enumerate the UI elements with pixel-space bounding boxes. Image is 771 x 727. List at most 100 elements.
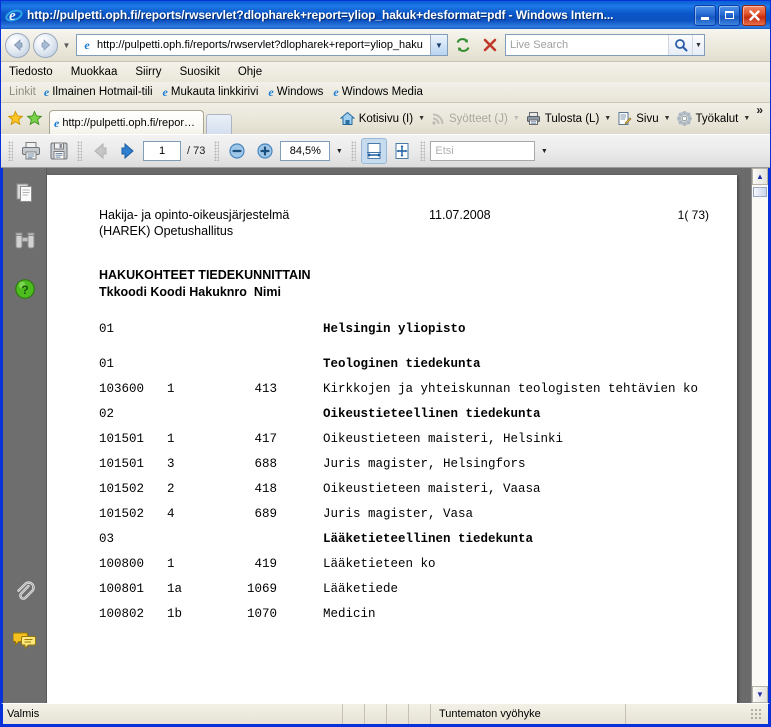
fit-page-icon <box>395 143 409 159</box>
pdf-fit-width-button[interactable] <box>361 138 388 164</box>
resize-grip[interactable] <box>750 708 762 720</box>
toolbar-grip[interactable] <box>214 141 220 161</box>
pdf-save-button[interactable] <box>46 138 72 164</box>
scroll-down-button[interactable]: ▼ <box>752 686 768 703</box>
document-row: 101501 1 417 Oikeustieteen maisteri, Helsin… <box>99 432 719 457</box>
command-sivu[interactable]: Sivu ▼ <box>614 111 673 126</box>
pdf-previous-page-button[interactable] <box>87 138 113 164</box>
toolbar-grip[interactable] <box>8 141 13 161</box>
link-windows-media[interactable]: e Windows Media <box>333 86 423 98</box>
search-input[interactable] <box>506 38 668 52</box>
pdf-page-number-input[interactable]: 1 <box>143 141 181 161</box>
forward-button[interactable] <box>33 32 58 58</box>
command-label: Syötteet (J) <box>449 112 508 125</box>
row-tkkoodi: 03 <box>99 532 115 546</box>
back-button[interactable] <box>5 32 30 58</box>
minimize-icon <box>701 16 709 20</box>
minimize-button[interactable] <box>694 4 716 26</box>
pdf-print-button[interactable] <box>18 138 44 164</box>
pdf-zoom-out-button[interactable] <box>224 138 250 164</box>
pdf-fit-page-button[interactable] <box>389 138 415 164</box>
row-koodi: 1 <box>167 382 175 396</box>
status-slot-1 <box>343 704 365 724</box>
scroll-up-button[interactable]: ▲ <box>752 168 768 185</box>
close-button[interactable] <box>742 4 766 26</box>
command-label: Sivu <box>636 112 659 125</box>
pdf-zoom-in-button[interactable] <box>252 138 278 164</box>
row-hakuknro: 1069 <box>246 582 277 596</box>
row-koodi: 1a <box>167 582 183 596</box>
attachments-paperclip-icon[interactable] <box>12 579 38 605</box>
toolbar-grip[interactable] <box>420 141 426 161</box>
printer-icon <box>22 142 40 160</box>
link-customize-links[interactable]: e Mukauta linkkirivi <box>163 86 259 98</box>
pdf-zoom-input[interactable]: 84,5% <box>280 141 331 161</box>
search-dropdown-button[interactable]: ▼ <box>692 35 704 55</box>
pdf-next-page-button[interactable] <box>115 138 141 164</box>
comments-icon[interactable] <box>12 627 38 653</box>
pdf-page-area[interactable]: Hakija- ja opinto-oikeusjärjestelmä (HAR… <box>47 168 751 703</box>
row-tkkoodi: 01 <box>99 357 115 371</box>
row-nimi: Juris magister, Helsingfors <box>323 457 526 471</box>
toolbar-grip[interactable] <box>351 141 357 161</box>
chevron-down-icon[interactable]: ▼ <box>418 115 425 122</box>
address-dropdown-button[interactable]: ▼ <box>430 35 447 55</box>
link-hotmail[interactable]: e Ilmainen Hotmail-tili <box>44 86 153 98</box>
stop-button[interactable] <box>478 34 502 57</box>
live-search-box[interactable]: ▼ <box>505 34 705 56</box>
command-tyokalut[interactable]: Työkalut ▼ <box>674 111 754 126</box>
command-tulosta[interactable]: Tulosta (L) ▼ <box>523 111 614 126</box>
row-tkkoodi: 101502 <box>99 482 145 496</box>
document-date: 11.07.2008 <box>429 208 491 222</box>
pdf-page-total: / 73 <box>187 145 206 157</box>
toolbar-grip[interactable] <box>77 141 82 161</box>
scrollbar-thumb[interactable] <box>753 187 767 197</box>
status-text: Valmis <box>3 704 343 724</box>
row-nimi: Oikeustieteellinen tiedekunta <box>323 407 541 421</box>
address-input-wrapper[interactable]: e http://pulpetti.oph.fi/reports/rwservl… <box>76 34 448 56</box>
document-row: 01 Teologinen tiedekunta <box>99 357 719 382</box>
address-input[interactable]: http://pulpetti.oph.fi/reports/rwservlet… <box>95 39 430 51</box>
links-bar: Linkit e Ilmainen Hotmail-tili e Mukauta… <box>1 82 770 103</box>
menu-item-tiedosto[interactable]: Tiedosto <box>9 66 63 78</box>
link-windows[interactable]: e Windows <box>268 86 323 98</box>
vertical-scrollbar[interactable]: ▲ ▼ <box>751 168 768 703</box>
row-koodi: 4 <box>167 507 175 521</box>
command-syotteet[interactable]: Syötteet (J) ▼ <box>428 112 523 126</box>
document-row: 101501 3 688 Juris magister, Helsingfors <box>99 457 719 482</box>
chevron-down-icon[interactable]: ▼ <box>743 115 750 122</box>
pdf-find-dropdown-button[interactable]: ▼ <box>537 148 551 155</box>
pdf-zoom-dropdown-button[interactable]: ▼ <box>332 148 346 155</box>
refresh-button[interactable] <box>451 34 475 57</box>
security-zone[interactable]: Tuntematon vyöhyke <box>431 704 626 724</box>
chevron-down-icon[interactable]: ▼ <box>664 115 671 122</box>
search-button[interactable] <box>668 35 692 55</box>
tab-label: http://pulpetti.oph.fi/reports/r... <box>62 116 197 129</box>
menu-item-siirry[interactable]: Siirry <box>135 66 171 78</box>
command-kotisivu[interactable]: Kotisivu (I) ▼ <box>337 111 428 126</box>
scrollbar-track[interactable] <box>752 185 768 686</box>
chevron-down-icon[interactable]: ▼ <box>604 115 611 122</box>
back-arrow-icon <box>13 39 22 51</box>
menu-item-muokkaa[interactable]: Muokkaa <box>71 66 128 78</box>
add-to-favorites-icon[interactable] <box>26 110 43 127</box>
document-header: Hakija- ja opinto-oikeusjärjestelmä (HAR… <box>99 207 719 239</box>
menu-item-ohje[interactable]: Ohje <box>238 66 272 78</box>
pdf-find-input[interactable]: Etsi <box>430 141 536 161</box>
internet-explorer-icon: e <box>5 6 23 24</box>
maximize-button[interactable] <box>718 4 740 26</box>
refresh-icon <box>456 38 470 52</box>
tab-pulpetti-report[interactable]: e http://pulpetti.oph.fi/reports/r... <box>49 110 204 134</box>
menu-item-suosikit[interactable]: Suosikit <box>180 66 230 78</box>
help-icon[interactable]: ? <box>12 276 38 302</box>
pages-icon[interactable] <box>12 180 38 206</box>
document-row: 100801 1a 1069 Lääketiede <box>99 582 719 607</box>
history-dropdown-button[interactable]: ▼ <box>61 41 72 50</box>
new-tab-button[interactable] <box>206 114 232 134</box>
document-row: 101502 2 418 Oikeustieteen maisteri, Vaasa <box>99 482 719 507</box>
command-overflow-button[interactable]: » <box>753 103 766 117</box>
favorites-center-icon[interactable] <box>7 110 24 127</box>
window-controls <box>694 4 768 26</box>
document-row: 01 Helsingin yliopisto <box>99 322 719 357</box>
search-binoculars-icon[interactable] <box>12 228 38 254</box>
